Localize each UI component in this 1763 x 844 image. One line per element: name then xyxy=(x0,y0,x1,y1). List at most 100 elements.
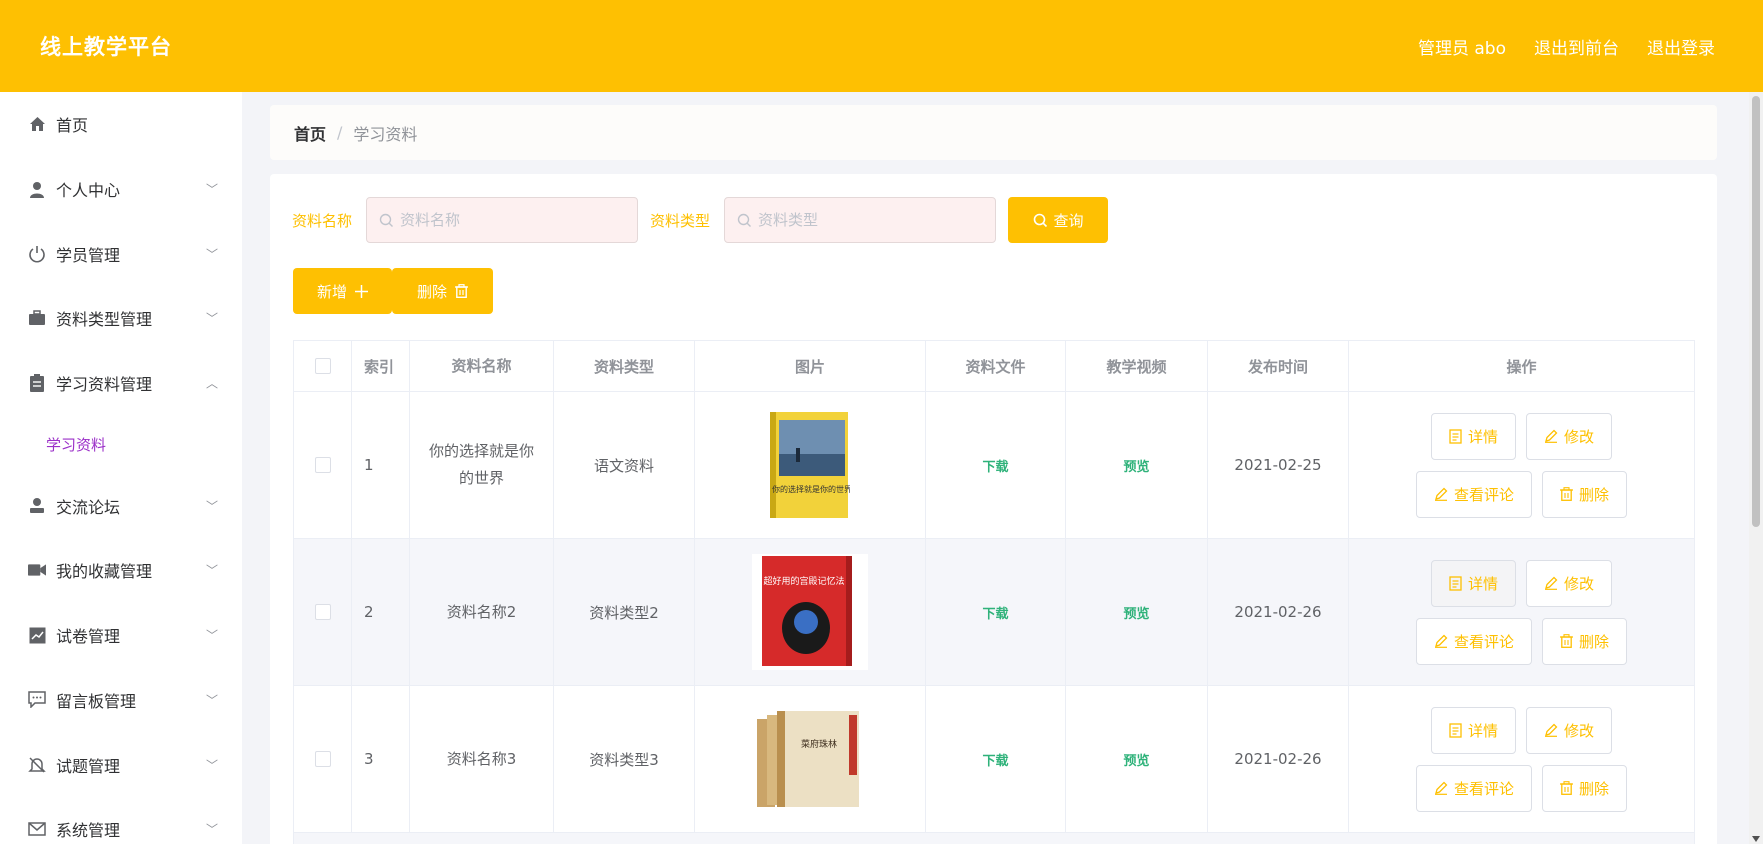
document-icon xyxy=(1449,428,1462,444)
sidebar-item-personal-center[interactable]: 个人中心 ﹀ xyxy=(0,157,242,222)
delete-button[interactable]: 删除 xyxy=(1542,617,1628,665)
book-cover-title: 菜府珠林 xyxy=(801,738,837,750)
image-cell: 你的选择就是你的世界 xyxy=(695,392,926,538)
trash-icon xyxy=(1560,634,1573,648)
download-link[interactable]: 下载 xyxy=(982,456,1008,475)
sidebar-item-material-types[interactable]: 资料类型管理 ﹀ xyxy=(0,286,242,351)
exit-to-front-link[interactable]: 退出到前台 xyxy=(1534,34,1619,59)
table-row: 1 你的选择就是你的世界 语文资料 你的选择就是你的世界 下载 预览 2021-… xyxy=(294,392,1694,539)
top-bar: 线上教学平台 管理员 abo 退出到前台 退出登录 xyxy=(0,0,1763,92)
sidebar-item-students[interactable]: 学员管理 ﹀ xyxy=(0,221,242,286)
type-search-input[interactable] xyxy=(758,211,979,229)
sidebar-item-favorites[interactable]: 我的收藏管理 ﹀ xyxy=(0,538,242,603)
sidebar-item-label: 我的收藏管理 xyxy=(56,562,153,582)
sidebar-item-system[interactable]: 系统管理 ﹀ xyxy=(0,797,242,844)
batch-delete-label: 删除 xyxy=(416,283,447,301)
materials-table: 索引 资料名称 资料类型 图片 资料文件 教学视频 发布时间 操作 1 你的选择… xyxy=(293,340,1695,844)
view-comments-button[interactable]: 查看评论 xyxy=(1415,617,1532,665)
edit-button[interactable]: 修改 xyxy=(1526,706,1613,754)
chevron-down-icon: ﹀ xyxy=(205,563,218,578)
column-header: 资料类型 xyxy=(554,341,695,391)
sidebar-item-forum[interactable]: 交流论坛 ﹀ xyxy=(0,473,242,538)
name-search-input[interactable] xyxy=(400,211,621,229)
trash-icon xyxy=(1560,487,1573,501)
operations-cell: 详情 修改 查看评论 删除 xyxy=(1349,686,1694,832)
scroll-down-arrow-icon[interactable] xyxy=(1752,836,1760,842)
search-icon xyxy=(379,213,394,227)
view-comments-button[interactable]: 查看评论 xyxy=(1415,764,1532,812)
detail-label: 详情 xyxy=(1467,575,1498,593)
scrollbar-thumb[interactable] xyxy=(1752,96,1760,527)
delete-label: 删除 xyxy=(1579,633,1610,651)
delete-button[interactable]: 删除 xyxy=(1542,470,1628,518)
edit-button[interactable]: 修改 xyxy=(1526,559,1613,607)
admin-user-link[interactable]: 管理员 abo xyxy=(1418,34,1506,59)
search-icon xyxy=(1033,213,1047,227)
type-search-box xyxy=(724,197,997,243)
preview-link[interactable]: 预览 xyxy=(1123,456,1149,475)
search-form: 资料名称 资料类型 查询 xyxy=(292,197,1109,243)
preview-link[interactable]: 预览 xyxy=(1123,603,1149,622)
logout-link[interactable]: 退出登录 xyxy=(1647,34,1715,59)
add-button[interactable]: 新增 xyxy=(293,268,392,314)
view-comments-button[interactable]: 查看评论 xyxy=(1415,470,1532,518)
edit-label: 修改 xyxy=(1564,428,1595,446)
sidebar-item-label: 资料类型管理 xyxy=(56,310,153,330)
name-cell: 资料名称3 xyxy=(410,686,554,832)
column-header: 发布时间 xyxy=(1208,341,1349,391)
edit-icon xyxy=(1545,723,1558,737)
table-row: 3 资料名称3 资料类型3 菜府珠林 下载 预览 2021-02-26 详情 修… xyxy=(294,686,1694,833)
briefcase-icon xyxy=(28,309,46,327)
sidebar-item-label: 学习资料管理 xyxy=(56,375,153,395)
row-checkbox[interactable] xyxy=(314,457,331,473)
table-header-row: 索引 资料名称 资料类型 图片 资料文件 教学视频 发布时间 操作 xyxy=(294,341,1694,392)
batch-delete-button[interactable]: 删除 xyxy=(392,268,493,314)
book-cover-image: 超好用的宫殿记忆法 xyxy=(752,554,868,670)
index-cell: 1 xyxy=(352,392,410,538)
type-cell: 语文资料 xyxy=(554,392,695,538)
detail-label: 详情 xyxy=(1467,722,1498,740)
chevron-down-icon: ﹀ xyxy=(205,247,218,262)
sidebar-item-exams[interactable]: 试卷管理 ﹀ xyxy=(0,603,242,668)
edit-button[interactable]: 修改 xyxy=(1526,412,1613,460)
row-checkbox[interactable] xyxy=(314,604,331,620)
preview-link[interactable]: 预览 xyxy=(1123,750,1149,769)
chevron-down-icon: ﹀ xyxy=(205,628,218,643)
image-cell: 菜府珠林 xyxy=(695,686,926,832)
sidebar-item-home[interactable]: 首页 xyxy=(0,92,242,157)
edit-icon xyxy=(1545,429,1558,443)
delete-button[interactable]: 删除 xyxy=(1542,764,1628,812)
query-button[interactable]: 查询 xyxy=(1008,197,1109,243)
chevron-down-icon: ﹀ xyxy=(205,758,218,773)
download-link[interactable]: 下载 xyxy=(982,750,1008,769)
content-card: 资料名称 资料类型 查询 新增 删除 索引 资料名称 资料类型 xyxy=(270,174,1717,844)
document-icon xyxy=(1449,575,1462,591)
trash-icon xyxy=(1560,781,1573,795)
plus-icon xyxy=(355,284,368,298)
mail-icon xyxy=(28,820,46,838)
top-links: 管理员 abo 退出到前台 退出登录 xyxy=(1418,34,1715,59)
sidebar-item-message-board[interactable]: 留言板管理 ﹀ xyxy=(0,668,242,733)
download-link[interactable]: 下载 xyxy=(982,603,1008,622)
sidebar-item-label: 交流论坛 xyxy=(56,497,121,517)
select-all-checkbox[interactable] xyxy=(314,358,331,374)
breadcrumb-home[interactable]: 首页 xyxy=(294,121,326,145)
table-row: 2 资料名称2 资料类型2 超好用的宫殿记忆法 下载 预览 2021-02-26 xyxy=(294,539,1694,686)
sidebar-subitem-learning-material[interactable]: 学习资料 xyxy=(0,415,242,473)
sidebar-item-learning-materials[interactable]: 学习资料管理 ︿ xyxy=(0,351,242,416)
type-search-label: 资料类型 xyxy=(650,211,711,230)
file-cell: 下载 xyxy=(926,392,1066,538)
row-checkbox-cell xyxy=(294,392,352,538)
sidebar-item-label: 留言板管理 xyxy=(56,691,137,711)
detail-button[interactable]: 详情 xyxy=(1430,412,1516,460)
file-cell: 下载 xyxy=(926,686,1066,832)
detail-button[interactable]: 详情 xyxy=(1430,706,1516,754)
edit-icon xyxy=(1545,576,1558,590)
video-camera-icon xyxy=(28,561,46,579)
detail-button[interactable]: 详情 xyxy=(1430,559,1516,607)
sidebar-item-questions[interactable]: 试题管理 ﹀ xyxy=(0,732,242,797)
video-cell: 预览 xyxy=(1066,392,1208,538)
date-cell: 2021-02-26 xyxy=(1208,686,1349,832)
row-checkbox[interactable] xyxy=(314,751,331,767)
edit-icon xyxy=(1434,781,1448,795)
